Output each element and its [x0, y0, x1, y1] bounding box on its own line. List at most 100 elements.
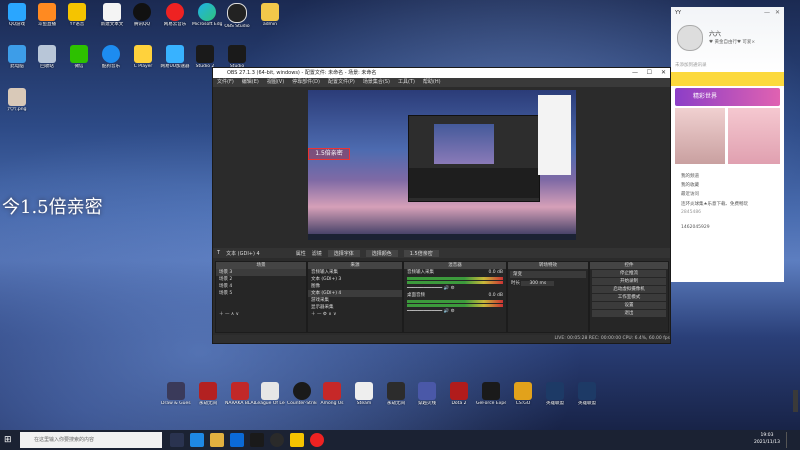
preview-text-source[interactable]: 1.5倍亲密	[308, 148, 350, 160]
text-value-field[interactable]: 1.5倍亲密	[403, 249, 439, 257]
menu-scene-collection[interactable]: 场景集合(S)	[363, 78, 390, 87]
exit-button[interactable]: 退出	[592, 310, 666, 317]
source-item[interactable]: 文本 (GDI+) 4	[308, 290, 402, 297]
transition-select[interactable]: 渐变	[510, 271, 586, 278]
maximize-icon[interactable]: ☐	[647, 68, 652, 78]
desktop-icon-geforce[interactable]: GeForce Experience	[476, 382, 506, 406]
side-scroll-handle[interactable]	[793, 390, 798, 412]
remove-icon[interactable]: —	[225, 312, 230, 317]
desktop-icon-wechat[interactable]: 微信	[64, 45, 94, 69]
filters-button[interactable]: 滤镜	[312, 250, 322, 257]
add-icon[interactable]: ＋	[219, 312, 224, 317]
gear-icon[interactable]: ⚙	[323, 312, 327, 317]
desktop-icon-textfile[interactable]: 新建文本文	[97, 3, 127, 27]
desktop-icon-yy[interactable]: YY语音	[62, 3, 92, 27]
down-icon[interactable]: ∨	[236, 312, 239, 317]
store-icon[interactable]	[230, 433, 244, 447]
desktop-icon-douyu[interactable]: 斗鱼直播	[32, 3, 62, 27]
virtual-camera-button[interactable]: 启动虚拟摄像机	[592, 286, 666, 293]
avatar[interactable]	[677, 25, 703, 51]
desktop-icon-uu[interactable]: 网易UU加速器	[160, 45, 190, 69]
desktop-icon-lol2[interactable]: 英雄联盟	[572, 382, 602, 406]
menu-file[interactable]: 文件(F)	[217, 78, 234, 87]
desktop-icon-recyclebin[interactable]: 回收站	[32, 45, 62, 69]
menu-tools[interactable]: 工具(T)	[398, 78, 415, 87]
cloudmusic-icon[interactable]	[310, 433, 324, 447]
desktop-icon-cloudmusic[interactable]: 网易云音乐	[160, 3, 190, 27]
desktop-icon-admin[interactable]: admin	[255, 3, 285, 27]
remove-icon[interactable]: —	[317, 312, 322, 317]
desktop-icon-lol1[interactable]: 英雄联盟	[540, 382, 570, 406]
desktop-icon-kugou[interactable]: 酷狗音乐	[96, 45, 126, 69]
list-item[interactable]: 我的频道	[671, 172, 784, 181]
studio-icon[interactable]	[250, 433, 264, 447]
desktop-icon-cs[interactable]: Counter-Strike	[287, 382, 317, 406]
list-item[interactable]: 连环炎球集★乐意下载、免费畅玩 2845486	[671, 199, 784, 219]
desktop-icon-naraka1[interactable]: 永劫无间	[193, 382, 223, 406]
scene-item[interactable]: 场景 3	[216, 269, 306, 276]
list-item[interactable]: 我的收藏	[671, 181, 784, 190]
desktop-icon-lol-bg[interactable]: League Of Legends	[255, 382, 285, 406]
edge-icon[interactable]	[190, 433, 204, 447]
desktop-icon-drawguess[interactable]: Draw & Guess	[161, 382, 191, 406]
down-icon[interactable]: ∨	[333, 312, 336, 317]
desktop-icon-qqgame[interactable]: QQ游戏	[2, 3, 32, 27]
desktop-icon-obs[interactable]: OBS Studio	[222, 3, 252, 29]
volume-slider[interactable]: ━━━━━━━━━━━━━ 🔊 ⚙	[404, 308, 506, 315]
thumb-image[interactable]	[675, 108, 725, 164]
menu-help[interactable]: 帮助(H)	[423, 78, 441, 87]
desktop-icon-studio2[interactable]: Studio 2	[190, 45, 220, 69]
menu-edit[interactable]: 编辑(E)	[242, 78, 259, 87]
thumb-image[interactable]	[728, 108, 780, 164]
desktop-icon-dota2[interactable]: Dota 2	[444, 382, 474, 406]
select-color-button[interactable]: 选择颜色	[365, 249, 398, 257]
source-item[interactable]: 文本 (GDI+) 3	[308, 276, 402, 283]
taskbar-clock[interactable]: 19:03 2021/11/13	[752, 432, 782, 446]
desktop-icon-studio[interactable]: Studio	[222, 45, 252, 69]
desktop-icon-cplayer[interactable]: C Player	[128, 45, 158, 69]
list-item[interactable]: 1462045929	[671, 219, 784, 237]
up-icon[interactable]: ∧	[328, 312, 331, 317]
minimize-icon[interactable]: —	[632, 68, 638, 78]
obs-icon[interactable]	[270, 433, 284, 447]
desktop-icon-qq[interactable]: 腾讯QQ	[127, 3, 157, 27]
desktop-icon-naraka3[interactable]: 永劫无间	[381, 382, 411, 406]
desktop-icon-thispc[interactable]: 此电脑	[2, 45, 32, 69]
start-recording-button[interactable]: 开始录制	[592, 278, 666, 285]
desktop-icon-image[interactable]: 六六.png	[2, 88, 32, 112]
stop-streaming-button[interactable]: 停止推流	[592, 270, 666, 277]
properties-button[interactable]: 属性	[296, 250, 306, 257]
close-icon[interactable]: ✕	[775, 9, 780, 16]
desktop-icon-edge[interactable]: Microsoft Edge	[192, 3, 222, 27]
taskbar-search-input[interactable]: 在这里输入你要搜索的内容	[20, 432, 162, 448]
yy-icon[interactable]	[290, 433, 304, 447]
desktop-icon-amongus[interactable]: Among Us	[317, 382, 347, 406]
source-item[interactable]: 显示器采集	[308, 304, 402, 311]
windows-start-icon[interactable]: ⊞	[4, 435, 12, 445]
scene-item[interactable]: 场景 4	[216, 283, 306, 290]
menu-docks[interactable]: 停靠部件(D)	[292, 78, 320, 87]
menu-view[interactable]: 视图(V)	[267, 78, 284, 87]
chat-banner[interactable]: 精彩世界	[675, 88, 780, 106]
desktop-icon-steam[interactable]: Steam	[349, 382, 379, 406]
source-item[interactable]: 音频输入采集	[308, 269, 402, 276]
up-icon[interactable]: ∧	[231, 312, 234, 317]
minimize-icon[interactable]: —	[764, 9, 770, 16]
obs-preview[interactable]: 1.5倍亲密	[308, 90, 576, 240]
source-item[interactable]: 游戏采集	[308, 297, 402, 304]
settings-button[interactable]: 设置	[592, 302, 666, 309]
file-explorer-icon[interactable]	[210, 433, 224, 447]
scene-item[interactable]: 场景 5	[216, 290, 306, 297]
desktop-icon-naraka2[interactable]: NARAKA BLADEPOI...	[225, 382, 255, 406]
desktop-icon-csgo[interactable]: CS:GO	[508, 382, 538, 406]
task-view-icon[interactable]	[170, 433, 184, 447]
source-item[interactable]: 图像	[308, 283, 402, 290]
scene-item[interactable]: 场景 2	[216, 276, 306, 283]
add-icon[interactable]: ＋	[311, 312, 316, 317]
show-desktop-button[interactable]	[786, 432, 797, 448]
volume-slider[interactable]: ━━━━━━━━━━━━━ 🔊 ⚙	[404, 285, 506, 292]
menu-profile[interactable]: 配置文件(P)	[328, 78, 355, 87]
studio-mode-button[interactable]: 工作室模式	[592, 294, 666, 301]
duration-input[interactable]: 300 ms	[521, 281, 555, 286]
close-icon[interactable]: ✕	[661, 68, 666, 78]
